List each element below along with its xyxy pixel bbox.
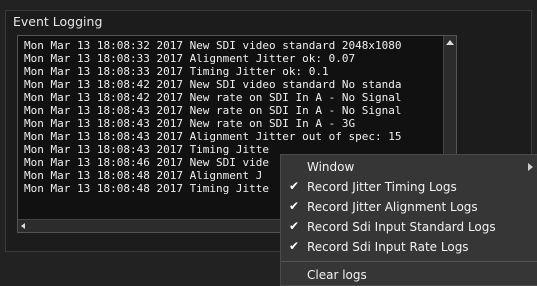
menu-separator	[281, 261, 537, 262]
menu-item-record-jitter-timing[interactable]: ✔ Record Jitter Timing Logs	[281, 177, 537, 197]
check-icon: ✔	[288, 179, 300, 193]
log-line: Mon Mar 13 18:08:32 2017 New SDI video s…	[24, 39, 402, 52]
log-line: Mon Mar 13 18:08:43 2017 New rate on SDI…	[24, 104, 402, 117]
scroll-left-arrow-icon[interactable]	[21, 223, 25, 229]
log-line: Mon Mar 13 18:08:33 2017 Alignment Jitte…	[24, 52, 356, 65]
menu-item-label: Record Jitter Alignment Logs	[307, 200, 478, 214]
log-line: Mon Mar 13 18:08:42 2017 New SDI video s…	[24, 78, 402, 91]
log-line: Mon Mar 13 18:08:42 2017 New rate on SDI…	[24, 91, 402, 104]
context-menu: Window ✔ Record Jitter Timing Logs ✔ Rec…	[280, 154, 537, 286]
menu-item-label: Record Jitter Timing Logs	[307, 180, 457, 194]
scroll-up-arrow-icon[interactable]	[446, 40, 454, 45]
submenu-arrow-icon	[528, 163, 533, 171]
check-icon: ✔	[288, 219, 300, 233]
log-line: Mon Mar 13 18:08:33 2017 Timing Jitter o…	[24, 65, 329, 78]
menu-item-record-jitter-alignment[interactable]: ✔ Record Jitter Alignment Logs	[281, 197, 537, 217]
log-line: Mon Mar 13 18:08:43 2017 Alignment Jitte…	[24, 130, 402, 143]
menu-item-record-sdi-input-standard[interactable]: ✔ Record Sdi Input Standard Logs	[281, 217, 537, 237]
panel-title: Event Logging	[13, 14, 103, 29]
menu-item-clear-logs[interactable]: Clear logs	[281, 265, 537, 285]
menu-item-label: Record Sdi Input Standard Logs	[307, 220, 496, 234]
menu-item-label: Clear logs	[307, 268, 367, 282]
check-icon: ✔	[288, 239, 300, 253]
log-line: Mon Mar 13 18:08:43 2017 New rate on SDI…	[24, 117, 356, 130]
menu-item-label: Window	[307, 160, 355, 174]
menu-item-label: Record Sdi Input Rate Logs	[307, 240, 469, 254]
menu-item-record-sdi-input-rate[interactable]: ✔ Record Sdi Input Rate Logs	[281, 237, 537, 257]
menu-item-window[interactable]: Window	[281, 157, 537, 177]
check-icon: ✔	[288, 199, 300, 213]
